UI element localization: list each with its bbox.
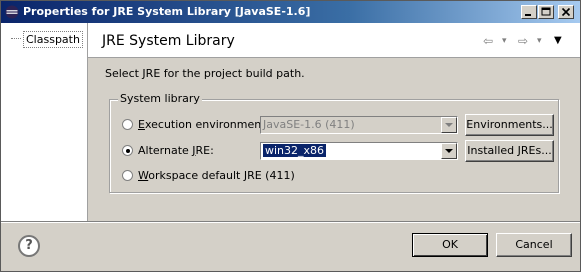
window-title: Properties for JRE System Library [JavaS… bbox=[23, 5, 311, 18]
combo-dropdown-button[interactable] bbox=[441, 117, 457, 133]
close-button[interactable] bbox=[558, 5, 574, 19]
close-icon bbox=[561, 7, 571, 17]
property-page-tree: Classpath bbox=[1, 23, 88, 221]
maximize-button[interactable] bbox=[538, 5, 554, 19]
eclipse-icon bbox=[5, 5, 19, 19]
alternate-jre-value: win32_x86 bbox=[263, 144, 327, 157]
alternate-jre-label[interactable]: Alternate JRE: bbox=[138, 144, 214, 157]
system-library-group: System library Execution environment: Ja… bbox=[109, 92, 559, 193]
view-menu-icon[interactable]: ▼ bbox=[554, 35, 562, 46]
workspace-default-jre-label[interactable]: Workspace default JRE (411) bbox=[138, 169, 295, 182]
alternate-jre-combo[interactable]: win32_x86 bbox=[260, 142, 458, 160]
execution-environment-value: JavaSE-1.6 (411) bbox=[263, 118, 355, 131]
workspace-default-jre-radio[interactable] bbox=[122, 170, 133, 181]
environments-button[interactable]: Environments... bbox=[465, 114, 554, 136]
back-menu-icon[interactable]: ▾ bbox=[502, 36, 507, 46]
execution-environment-combo[interactable]: JavaSE-1.6 (411) bbox=[260, 116, 458, 134]
chevron-down-icon bbox=[445, 149, 453, 153]
properties-dialog: Properties for JRE System Library [JavaS… bbox=[0, 0, 581, 272]
execution-environment-radio[interactable] bbox=[122, 119, 133, 130]
footer-separator bbox=[1, 221, 580, 223]
alternate-jre-radio[interactable] bbox=[122, 145, 133, 156]
combo-dropdown-button[interactable] bbox=[441, 143, 457, 159]
forward-menu-icon[interactable]: ▾ bbox=[537, 36, 542, 46]
execution-environment-label[interactable]: Execution environment: bbox=[138, 118, 269, 131]
radio-selected-dot bbox=[126, 149, 130, 153]
back-arrow-icon[interactable]: ⇦ bbox=[483, 34, 493, 48]
tree-item-classpath[interactable]: Classpath bbox=[23, 31, 83, 48]
property-page: JRE System Library ⇦ ▾ ⇨ ▾ ▼ Select JRE … bbox=[88, 23, 580, 221]
forward-arrow-icon[interactable]: ⇨ bbox=[518, 34, 528, 48]
page-title: JRE System Library bbox=[102, 33, 235, 49]
page-header: JRE System Library ⇦ ▾ ⇨ ▾ ▼ bbox=[88, 23, 580, 58]
chevron-down-icon bbox=[445, 123, 453, 127]
ok-button[interactable]: OK bbox=[412, 233, 488, 257]
minimize-icon bbox=[525, 14, 531, 16]
maximize-icon bbox=[541, 7, 551, 16]
tree-connector bbox=[11, 38, 21, 39]
minimize-button[interactable] bbox=[521, 5, 537, 19]
installed-jres-button[interactable]: Installed JREs... bbox=[465, 140, 554, 162]
help-icon[interactable]: ? bbox=[18, 235, 40, 257]
title-bar[interactable]: Properties for JRE System Library [JavaS… bbox=[1, 1, 580, 23]
cancel-button[interactable]: Cancel bbox=[496, 233, 572, 257]
page-description: Select JRE for the project build path. bbox=[105, 67, 305, 80]
group-legend: System library bbox=[118, 92, 202, 105]
